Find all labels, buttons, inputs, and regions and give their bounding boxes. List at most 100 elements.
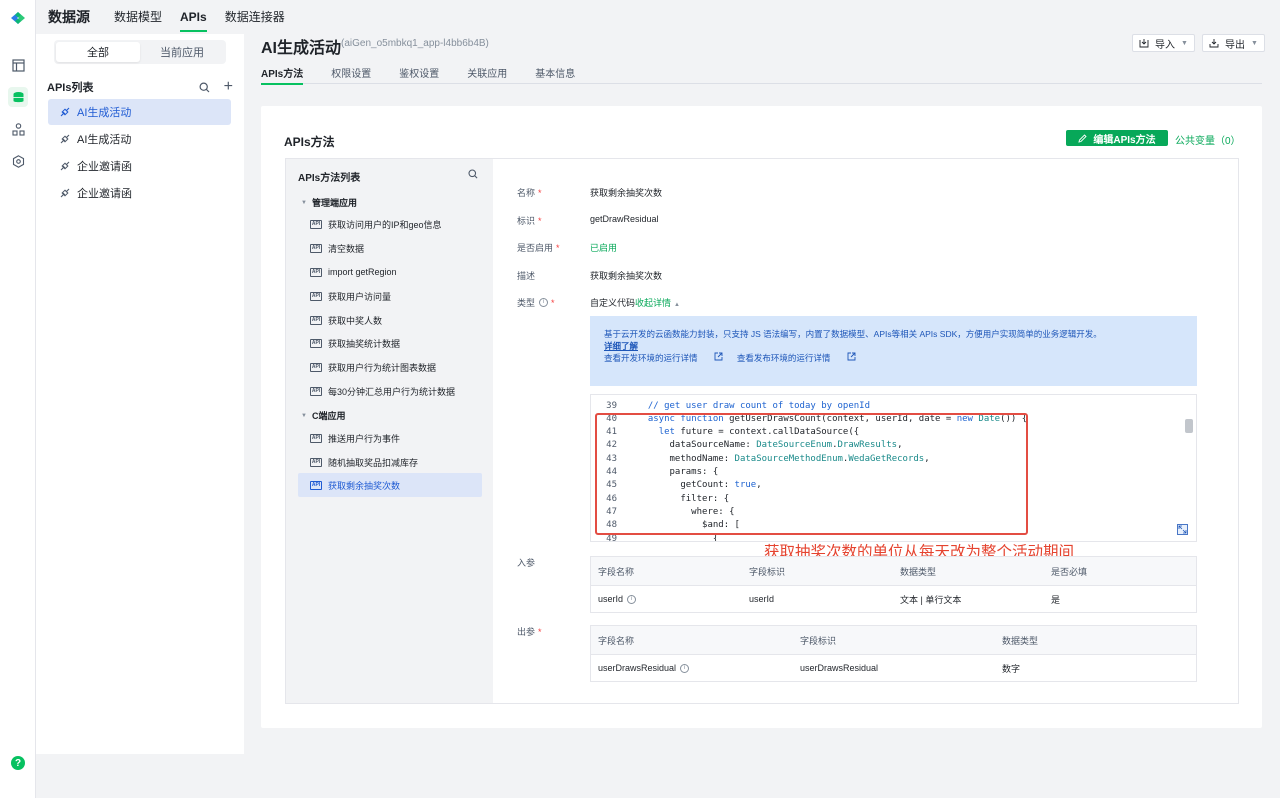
api-list-item[interactable]: AI生成活动 [48, 99, 231, 125]
column-header: 字段标识 [800, 635, 837, 646]
table-cell: 文本 | 单行文本 [900, 594, 962, 605]
api-methods-card: APIs方法 编辑APIs方法 公共变量（0） APIs方法列表 ▼ 管理端应用… [261, 106, 1262, 728]
api-method-icon: API [310, 219, 322, 229]
learn-more-link[interactable]: 详细了解 [604, 340, 1183, 352]
method-item[interactable]: API import getRegion [298, 260, 482, 284]
input-params-table: 字段名称 字段标识 数据类型 是否必填 userId i userId 文本 | … [590, 556, 1197, 613]
api-icon [60, 188, 70, 198]
help-icon[interactable]: ? [11, 756, 25, 770]
export-button[interactable]: 导出 ▼ [1202, 34, 1265, 52]
layout-icon[interactable] [8, 55, 28, 75]
public-variables-link[interactable]: 公共变量（0） [1175, 132, 1241, 147]
code-editor[interactable]: 38 39 // get user draw count of today by… [590, 394, 1197, 542]
nav-data-model[interactable]: 数据模型 [114, 0, 162, 34]
table-cell: userId i [591, 594, 742, 605]
tab-bar: APIs方法 权限设置 鉴权设置 关联应用 基本信息 [261, 65, 1262, 85]
import-icon [1139, 39, 1149, 48]
edit-api-methods-button[interactable]: 编辑APIs方法 [1066, 130, 1168, 146]
api-list-header: APIs列表 + [47, 78, 233, 96]
api-list-item-label: 企业邀请函 [77, 161, 132, 173]
field-name-label: 名称 * [517, 187, 542, 199]
segment-all[interactable]: 全部 [56, 42, 140, 62]
database-icon[interactable] [8, 87, 28, 107]
dev-env-link[interactable]: 查看开发环境的运行详情 [604, 352, 723, 365]
method-item[interactable]: API 获取抽奖统计数据 [298, 331, 482, 355]
tab-auth-settings[interactable]: 鉴权设置 [399, 65, 439, 84]
method-item[interactable]: API 获取剩余抽奖次数 [298, 473, 482, 497]
table-cell: 数字 [1002, 663, 1021, 674]
api-icon [60, 134, 70, 144]
components-icon[interactable] [8, 119, 28, 139]
search-icon[interactable] [468, 169, 478, 179]
api-icon [60, 107, 70, 117]
api-method-icon: API [310, 386, 322, 396]
field-desc-value: 获取剩余抽奖次数 [590, 271, 663, 281]
import-label: 导入 [1155, 39, 1175, 51]
api-list-item-label: AI生成活动 [77, 134, 132, 146]
api-method-icon: API [310, 480, 322, 490]
api-list-item-label: 企业邀请函 [77, 188, 132, 200]
method-item[interactable]: API 每30分钟汇总用户行为统计数据 [298, 379, 482, 403]
api-method-icon: API [310, 243, 322, 253]
method-item[interactable]: API 获取用户访问量 [298, 284, 482, 308]
caret-down-icon: ▼ [301, 412, 307, 419]
prod-env-link[interactable]: 查看发布环境的运行详情 [737, 352, 856, 365]
tab-related-apps[interactable]: 关联应用 [467, 65, 507, 84]
api-list-item[interactable]: 企业邀请函 [48, 153, 231, 179]
methods-container: APIs方法列表 ▼ 管理端应用 API 获取访问用户的IP和geo信息 API 清… [285, 158, 1239, 704]
api-list-item[interactable]: AI生成活动 [48, 126, 231, 152]
caret-up-icon: ▲ [674, 302, 680, 308]
tab-basic-info[interactable]: 基本信息 [535, 65, 575, 84]
app-logo[interactable] [9, 9, 27, 27]
expand-icon[interactable] [1177, 524, 1188, 535]
table-cell: userDrawsResidual i [591, 663, 793, 674]
caret-down-icon: ▼ [301, 199, 307, 206]
table-row: userId i userId 文本 | 单行文本 是 [591, 586, 1196, 612]
method-item-label: 获取抽奖统计数据 [328, 338, 401, 349]
methods-list-panel: APIs方法列表 ▼ 管理端应用 API 获取访问用户的IP和geo信息 API 清… [286, 159, 493, 703]
tab-permissions[interactable]: 权限设置 [331, 65, 371, 84]
method-group-client[interactable]: ▼ C端应用 [301, 409, 345, 422]
input-params-label: 入参 [517, 558, 536, 568]
method-item[interactable]: API 清空数据 [298, 236, 482, 260]
method-item-label: 随机抽取奖品扣减库存 [328, 457, 419, 468]
export-icon [1209, 39, 1219, 48]
method-item[interactable]: API 获取中奖人数 [298, 308, 482, 332]
nav-data-connector[interactable]: 数据连接器 [225, 0, 285, 34]
scrollbar-thumb[interactable] [1185, 419, 1193, 433]
collapse-details-link[interactable]: 收起详情 [635, 298, 671, 308]
info-icon[interactable]: i [680, 664, 690, 674]
method-item-label: 获取用户行为统计图表数据 [328, 362, 437, 373]
method-detail: 名称 * 获取剩余抽奖次数 标识 * getDrawResidual 是否启用 * 已… [493, 159, 1238, 703]
page-title: AI生成活动 [261, 40, 342, 57]
search-icon[interactable] [199, 81, 210, 93]
method-item-label: 获取访问用户的IP和geo信息 [328, 219, 442, 230]
info-icon[interactable]: i [627, 595, 637, 605]
highlight-box [595, 413, 1028, 535]
api-method-icon: API [310, 267, 322, 277]
chevron-down-icon: ▼ [1181, 39, 1188, 47]
api-list-item[interactable]: 企业邀请函 [48, 180, 231, 206]
add-icon[interactable]: + [224, 79, 233, 95]
method-item[interactable]: API 随机抽取奖品扣减库存 [298, 450, 482, 474]
method-item[interactable]: API 获取用户行为统计图表数据 [298, 355, 482, 379]
method-item[interactable]: API 推送用户行为事件 [298, 426, 482, 450]
nav-apis[interactable]: APIs [180, 0, 207, 34]
api-list-item-label: AI生成活动 [77, 107, 132, 119]
table-cell: userDrawsResidual [800, 663, 879, 673]
method-group-admin[interactable]: ▼ 管理端应用 [301, 196, 357, 209]
icon-rail: ? [0, 0, 36, 798]
info-icon[interactable]: i [539, 298, 549, 307]
info-banner: 基于云开发的云函数能力封装，只支持 JS 语法编写，内置了数据模型、APIs等相… [590, 316, 1197, 386]
field-enabled-value: 已启用 [590, 243, 618, 253]
settings-icon[interactable] [8, 151, 28, 171]
import-button[interactable]: 导入 ▼ [1132, 34, 1195, 52]
segment-current-app[interactable]: 当前应用 [140, 42, 224, 62]
edit-button-label: 编辑APIs方法 [1093, 134, 1156, 146]
method-item[interactable]: API 获取访问用户的IP和geo信息 [298, 212, 482, 236]
tab-api-methods[interactable]: APIs方法 [261, 65, 304, 85]
table-cell: 是 [1051, 594, 1061, 605]
method-item-label: 清空数据 [328, 243, 365, 254]
output-params-table: 字段名称 字段标识 数据类型 userDrawsResidual i userDr… [590, 625, 1197, 682]
brand-title: 数据源 [48, 9, 90, 25]
